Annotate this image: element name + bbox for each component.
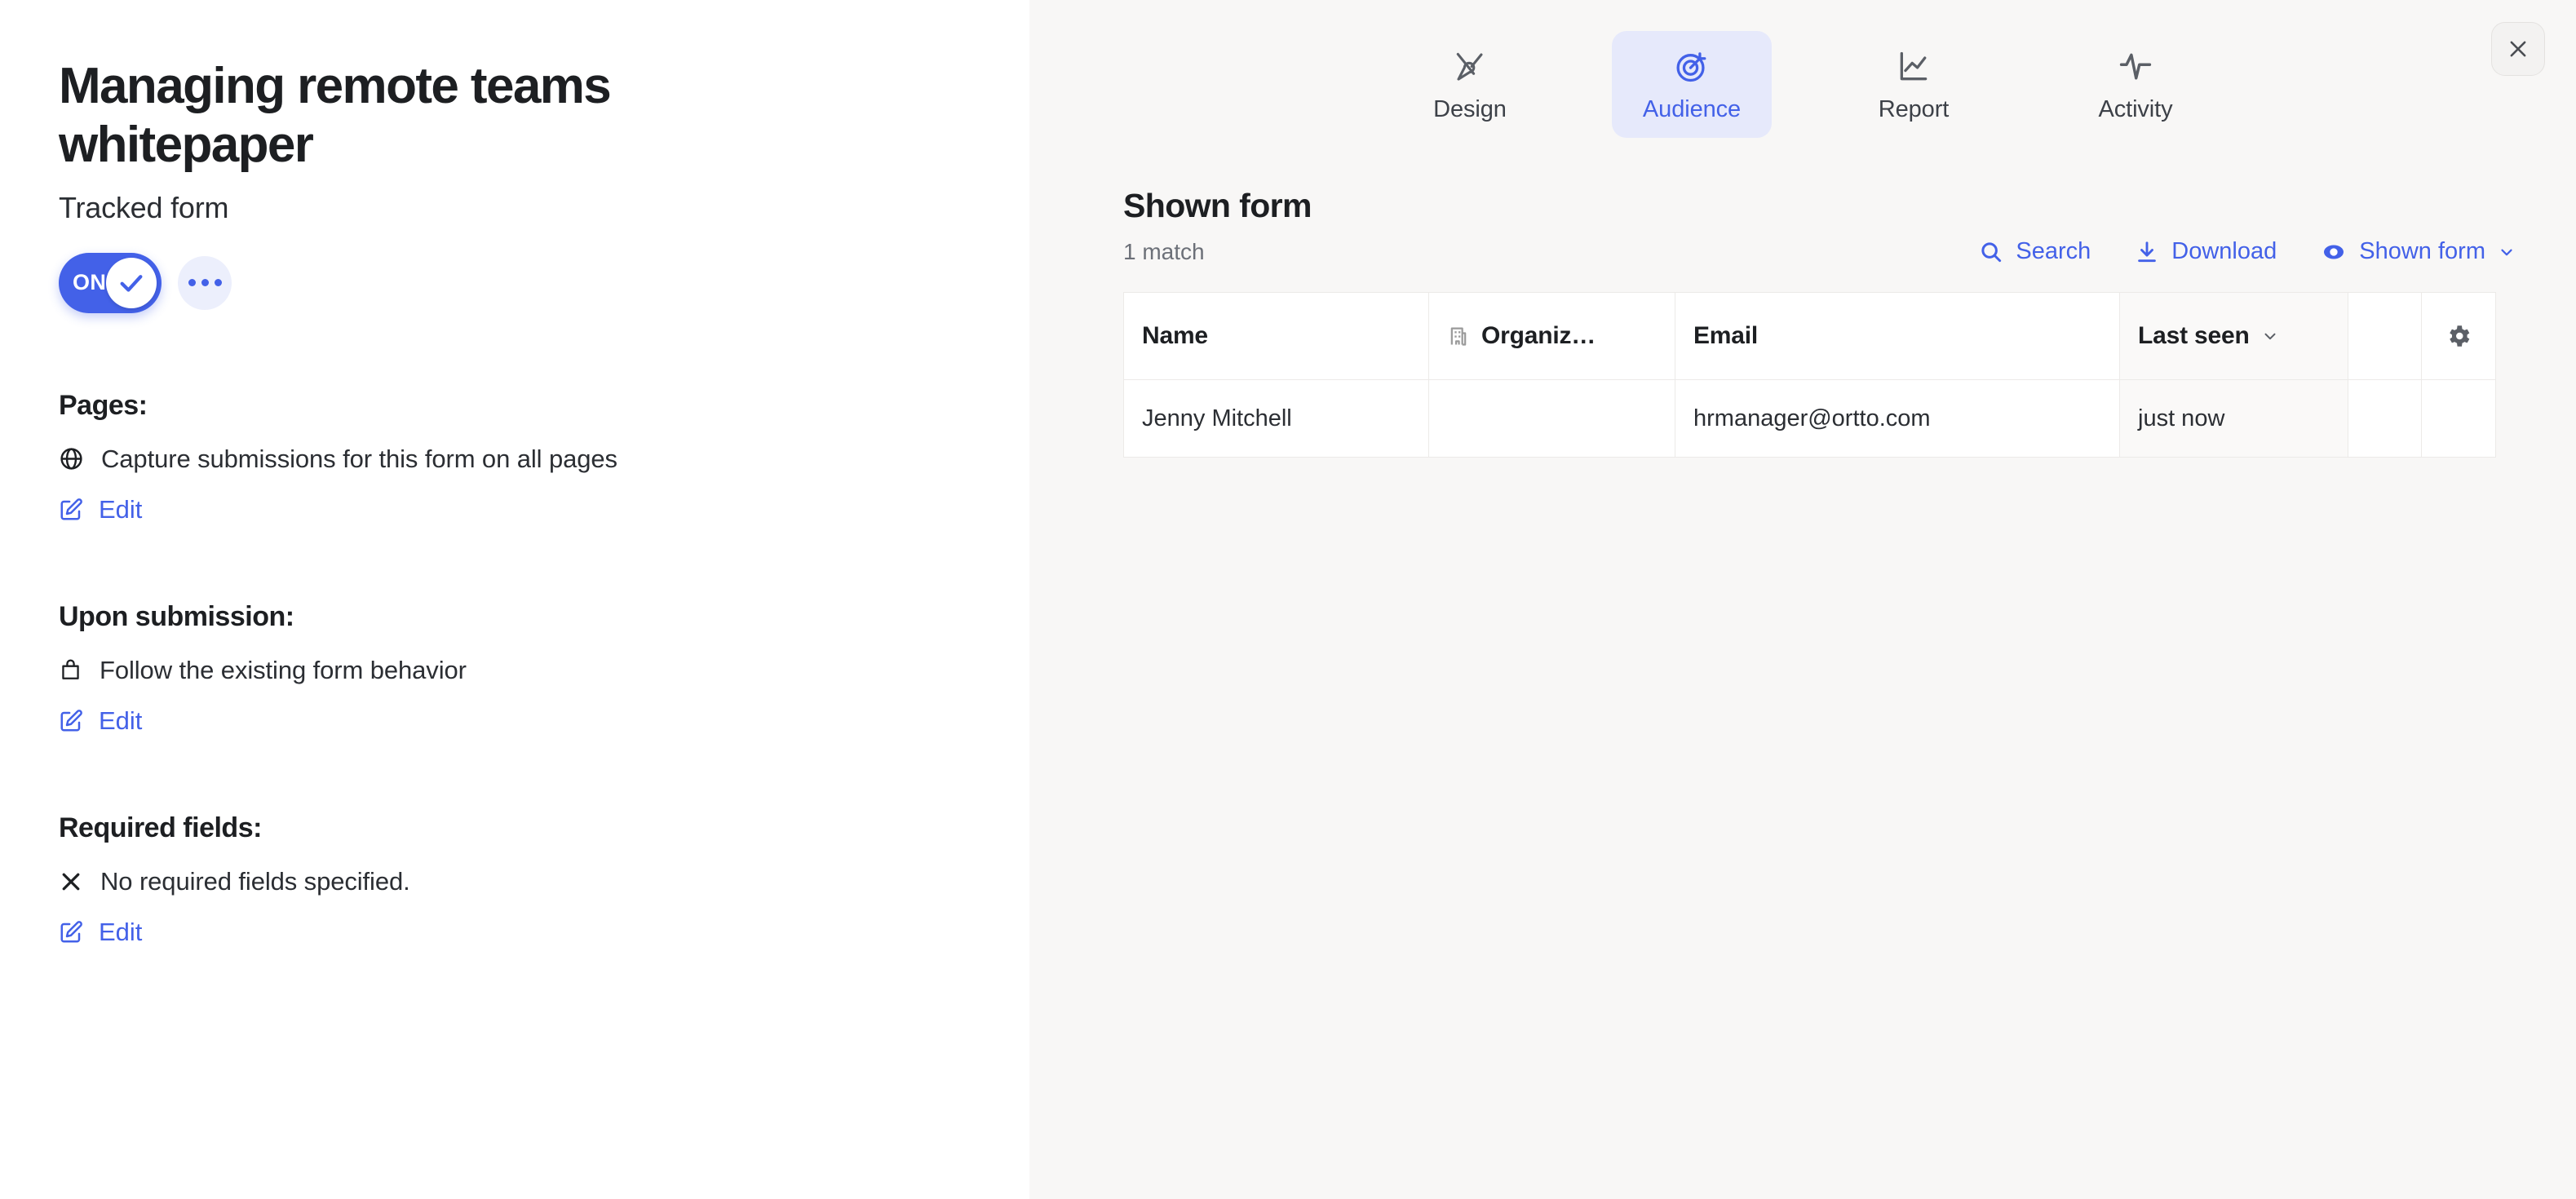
tab-activity[interactable]: Activity (2056, 31, 2215, 138)
table-body: Jenny Mitchell hrmanager@ortto.com just … (1123, 379, 2496, 458)
ellipsis-icon (188, 279, 196, 287)
pulse-wave-icon (2118, 49, 2153, 85)
tab-label: Report (1878, 96, 1950, 122)
download-button[interactable]: Download (2135, 238, 2277, 265)
column-header-label: Name (1142, 322, 1208, 349)
search-button[interactable]: Search (1979, 238, 2091, 265)
edit-pencil-icon (59, 920, 83, 945)
section-detail-row: No required fields specified. (59, 867, 1029, 896)
close-panel-button[interactable] (2491, 22, 2545, 76)
edit-label: Edit (99, 706, 143, 735)
bag-icon (59, 658, 82, 682)
audience-toolbar: Search Download Shown form (1979, 238, 2516, 265)
tab-design[interactable]: Design (1390, 31, 1550, 138)
tab-label: Activity (2098, 96, 2173, 122)
section-heading: Required fields: (59, 812, 262, 843)
section-detail-text: No required fields specified. (100, 866, 410, 896)
cell-spacer (2348, 379, 2422, 458)
toolbar-label: Search (2016, 238, 2091, 264)
toolbar-label: Shown form (2359, 238, 2485, 264)
design-pen-icon (1452, 49, 1488, 85)
eye-icon (2321, 239, 2347, 265)
ellipsis-icon (214, 279, 222, 287)
check-icon (106, 257, 157, 308)
column-header-email[interactable]: Email (1675, 292, 2120, 380)
cell-organization (1428, 379, 1675, 458)
search-icon (1979, 240, 2003, 264)
line-chart-icon (1896, 49, 1932, 85)
table-row[interactable]: Jenny Mitchell hrmanager@ortto.com just … (1123, 379, 2496, 458)
section-required-fields: Required fields: No required fields spec… (59, 812, 1029, 947)
column-header-label: Last seen (2138, 322, 2250, 349)
form-details-panel: Managing remote teams whitepaper Tracked… (0, 0, 1029, 1199)
section-pages: Pages: Capture submissions for this form… (59, 390, 1029, 524)
tab-report[interactable]: Report (1834, 31, 1994, 138)
globe-icon (59, 446, 84, 471)
audience-content: Shown form 1 match Search Download Shown… (1029, 138, 2576, 458)
form-enabled-toggle[interactable]: ON (59, 252, 162, 313)
column-header-label: Email (1693, 322, 1759, 349)
section-detail-text: Capture submissions for this form on all… (101, 444, 617, 473)
cell-actions (2421, 379, 2496, 458)
content-meta-row: 1 match Search Download Shown form (1123, 238, 2516, 265)
match-count: 1 match (1123, 238, 1205, 264)
column-header-spacer (2348, 292, 2422, 380)
chevron-down-icon (2498, 243, 2516, 261)
form-status-row: ON (59, 252, 1029, 313)
close-icon (2506, 37, 2530, 61)
tab-label: Audience (1642, 96, 1742, 122)
page-title: Managing remote teams whitepaper (59, 58, 612, 173)
page-subtitle: Tracked form (59, 190, 229, 224)
download-icon (2135, 240, 2159, 264)
column-header-organization[interactable]: Organiz… (1428, 292, 1675, 380)
ellipsis-icon (201, 279, 209, 287)
organization-icon (1447, 325, 1470, 347)
cross-icon (59, 869, 83, 894)
shown-form-filter-dropdown[interactable]: Shown form (2321, 238, 2516, 265)
audience-table: Name Organiz… Email Last seen Jenny Mitc… (1123, 292, 2496, 458)
content-title: Shown form (1123, 187, 1312, 224)
table-header-row: Name Organiz… Email Last seen (1123, 292, 2496, 380)
section-heading: Upon submission: (59, 600, 294, 632)
chevron-down-icon (2261, 327, 2279, 345)
edit-upon-submission-button[interactable]: Edit (59, 706, 142, 736)
section-heading: Pages: (59, 389, 148, 421)
section-detail-row: Follow the existing form behavior (59, 656, 1029, 685)
edit-pencil-icon (59, 498, 83, 522)
column-header-label: Organiz… (1481, 322, 1596, 349)
edit-pages-button[interactable]: Edit (59, 495, 142, 524)
cell-last-seen: just now (2119, 379, 2348, 458)
column-settings-button[interactable] (2421, 292, 2496, 380)
audience-panel: Design Audience Report Activity Shown fo… (1029, 0, 2576, 1199)
app-root: Managing remote teams whitepaper Tracked… (0, 0, 2576, 1199)
tab-audience[interactable]: Audience (1612, 31, 1772, 138)
column-header-name[interactable]: Name (1123, 292, 1429, 380)
panel-tabs: Design Audience Report Activity (1029, 0, 2576, 138)
cell-name: Jenny Mitchell (1123, 379, 1429, 458)
gear-icon (2440, 322, 2477, 350)
edit-label: Edit (99, 917, 143, 946)
edit-required-fields-button[interactable]: Edit (59, 918, 142, 947)
tab-label: Design (1433, 96, 1507, 122)
target-icon (1674, 49, 1710, 85)
edit-label: Edit (99, 494, 143, 524)
section-detail-row: Capture submissions for this form on all… (59, 445, 1029, 474)
toolbar-label: Download (2171, 238, 2277, 264)
cell-email: hrmanager@ortto.com (1675, 379, 2120, 458)
section-detail-text: Follow the existing form behavior (100, 655, 467, 684)
more-options-button[interactable] (178, 255, 232, 310)
column-header-last-seen[interactable]: Last seen (2119, 292, 2348, 380)
audience-table-container: Name Organiz… Email Last seen Jenny Mitc… (1123, 292, 2496, 458)
section-upon-submission: Upon submission: Follow the existing for… (59, 601, 1029, 736)
table-header: Name Organiz… Email Last seen (1123, 292, 2496, 380)
edit-pencil-icon (59, 709, 83, 733)
toggle-label: ON (73, 270, 107, 295)
